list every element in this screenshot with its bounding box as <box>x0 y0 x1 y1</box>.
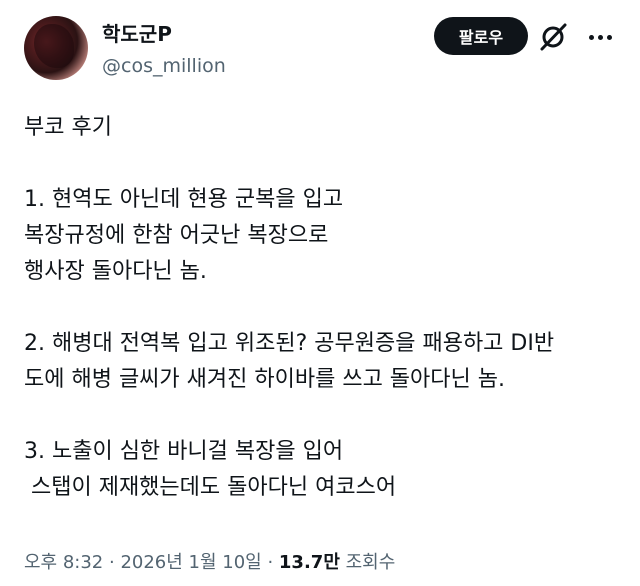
more-dot <box>597 34 603 40</box>
more-dot <box>606 34 612 40</box>
view-label: 조회수 <box>339 552 396 573</box>
tweet-text: 부코 후기 1. 현역도 아닌데 현용 군복을 입고 복장규정에 한참 어긋난 … <box>24 110 624 506</box>
separator: · <box>261 552 279 573</box>
tweet-header: 학도군P @cos_million 팔로우 <box>24 14 624 84</box>
avatar[interactable] <box>24 16 88 80</box>
tweet-line: 3. 노출이 심한 바니걸 복장을 입어 <box>24 439 344 464</box>
more-icon[interactable] <box>584 22 616 52</box>
separator: · <box>103 552 121 573</box>
tweet-meta: 오후 8:32 · 2026년 1월 10일 · 13.7만 조회수 <box>24 548 395 578</box>
tweet-line: 스탭이 제재했는데도 돌아다닌 여코스어 <box>24 475 397 500</box>
tweet-line: 부코 후기 <box>24 115 112 140</box>
follow-button[interactable]: 팔로우 <box>434 17 528 55</box>
tweet-line: 2. 해병대 전역복 입고 위조된? 공무원증을 패용하고 DI반 <box>24 331 555 356</box>
view-count: 13.7만 <box>278 552 340 573</box>
tweet-line: 복장규정에 한참 어긋난 복장으로 <box>24 223 329 248</box>
grok-icon[interactable] <box>538 22 568 52</box>
tweet-time[interactable]: 오후 8:32 <box>24 552 103 573</box>
user-handle[interactable]: @cos_million <box>102 54 226 78</box>
tweet-date[interactable]: 2026년 1월 10일 <box>120 552 261 573</box>
more-dot <box>588 34 594 40</box>
tweet-line: 1. 현역도 아닌데 현용 군복을 입고 <box>24 187 344 212</box>
tweet-line: 도에 해병 글씨가 새겨진 하이바를 쓰고 돌아다닌 놈. <box>24 367 505 392</box>
display-name[interactable]: 학도군P <box>102 22 172 46</box>
tweet-line: 행사장 돌아다닌 놈. <box>24 259 207 284</box>
